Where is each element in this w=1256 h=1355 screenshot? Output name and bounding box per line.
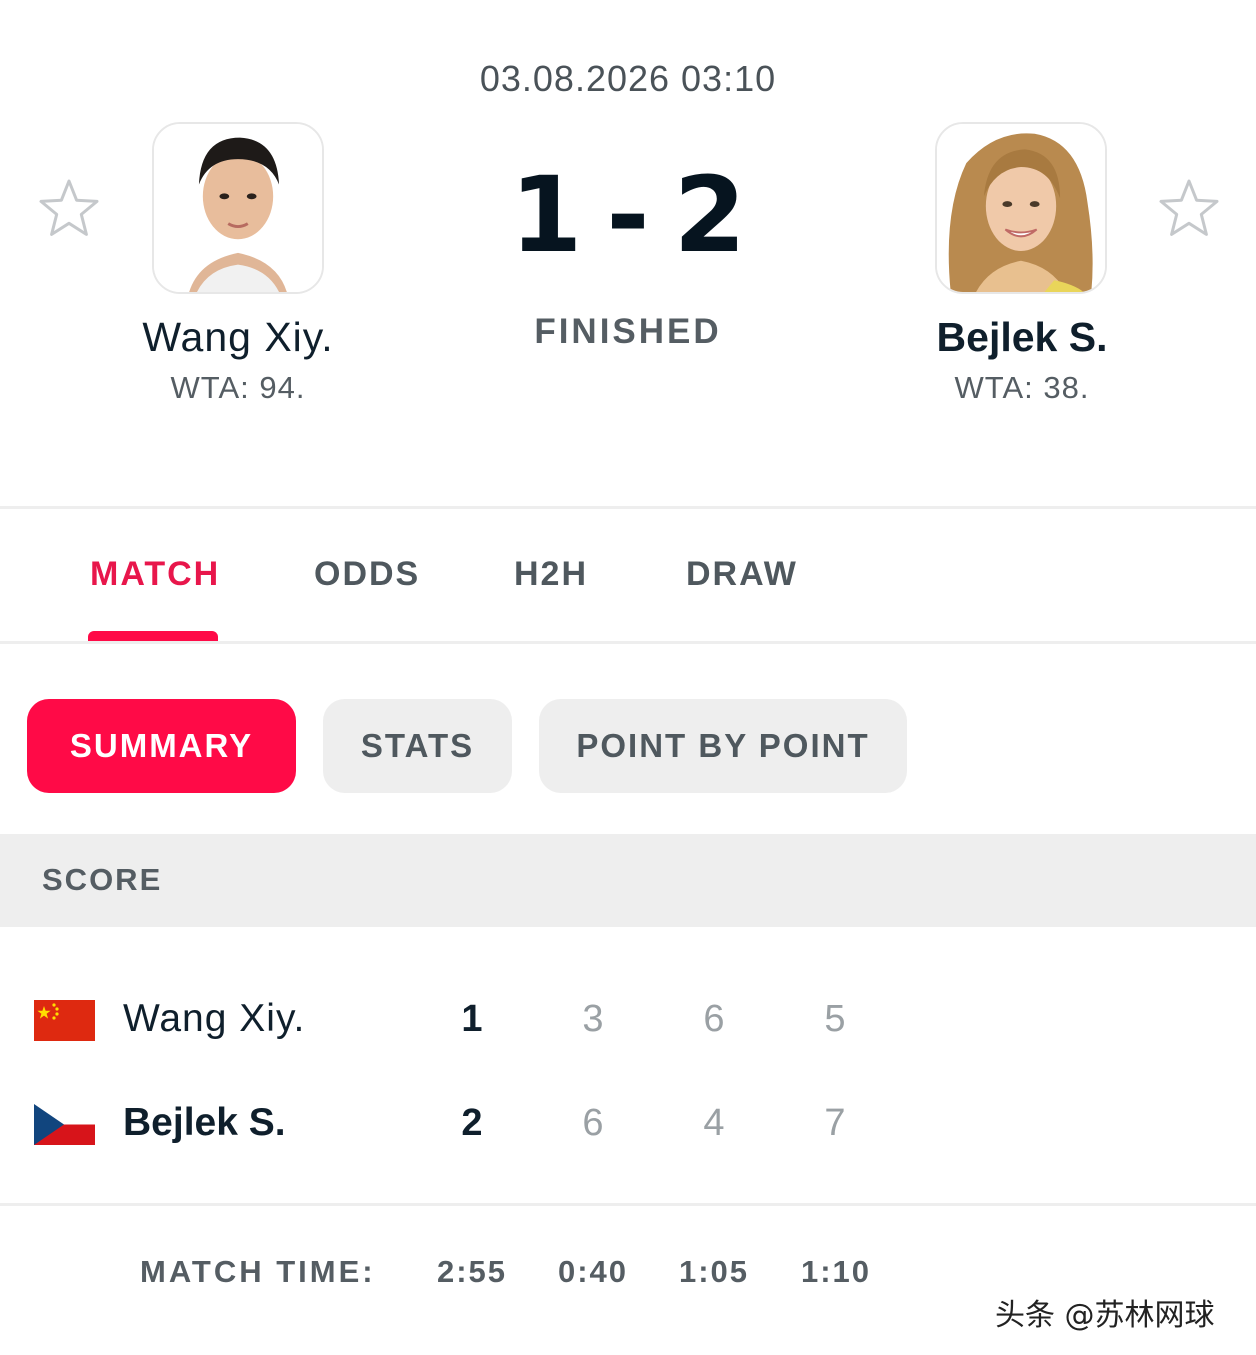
home-score: 1 — [510, 154, 583, 276]
score-section-header: SCORE — [0, 834, 1256, 927]
home-set-2-score: 6 — [703, 998, 725, 1040]
subtab-point-by-point[interactable]: POINT BY POINT — [539, 699, 907, 793]
subtab-summary[interactable]: SUMMARY — [27, 699, 296, 793]
away-set-2-score: 4 — [703, 1102, 725, 1144]
home-player-rank: WTA: 94. — [170, 370, 306, 405]
tab-match[interactable]: MATCH — [90, 555, 220, 594]
match-time-set-1: 0:40 — [557, 1254, 629, 1289]
match-status: FINISHED — [534, 312, 722, 351]
tab-draw[interactable]: DRAW — [686, 555, 798, 594]
away-set-1-score: 6 — [582, 1102, 604, 1144]
away-set-3-score: 7 — [824, 1102, 846, 1144]
match-time-total: 2:55 — [436, 1254, 508, 1289]
home-player-name[interactable]: Wang Xiy. — [68, 314, 408, 361]
czech-flag-icon — [34, 1104, 95, 1145]
match-time-set-3: 1:10 — [800, 1254, 872, 1289]
away-player-avatar[interactable] — [935, 122, 1107, 294]
watermark: 头条 @苏林网球 — [995, 1298, 1215, 1333]
match-time-label: MATCH TIME: — [140, 1254, 376, 1289]
score-divider — [0, 1203, 1256, 1206]
away-score: 2 — [673, 154, 746, 276]
tab-odds[interactable]: ODDS — [314, 555, 420, 594]
home-sets-won: 1 — [461, 998, 483, 1040]
favorite-away-star-icon[interactable] — [1157, 176, 1221, 240]
header-divider — [0, 506, 1256, 509]
score-row-away-name[interactable]: Bejlek S. — [123, 1101, 286, 1145]
home-set-3-score: 5 — [824, 998, 846, 1040]
score-separator: - — [606, 154, 650, 276]
score-row-home-name[interactable]: Wang Xiy. — [123, 997, 305, 1041]
china-flag-icon — [34, 1000, 95, 1041]
away-player-name[interactable]: Bejlek S. — [852, 314, 1192, 361]
away-player-rank: WTA: 38. — [954, 370, 1090, 405]
match-score: 1 - 2 — [428, 154, 828, 276]
score-section-title: SCORE — [42, 862, 163, 897]
tabs-divider — [0, 641, 1256, 644]
home-set-1-score: 3 — [582, 998, 604, 1040]
home-player-avatar[interactable] — [152, 122, 324, 294]
away-sets-won: 2 — [461, 1102, 483, 1144]
tab-h2h[interactable]: H2H — [514, 555, 588, 594]
match-time-set-2: 1:05 — [678, 1254, 750, 1289]
favorite-home-star-icon[interactable] — [37, 176, 101, 240]
match-datetime: 03.08.2026 03:10 — [479, 58, 777, 99]
subtab-stats[interactable]: STATS — [323, 699, 512, 793]
